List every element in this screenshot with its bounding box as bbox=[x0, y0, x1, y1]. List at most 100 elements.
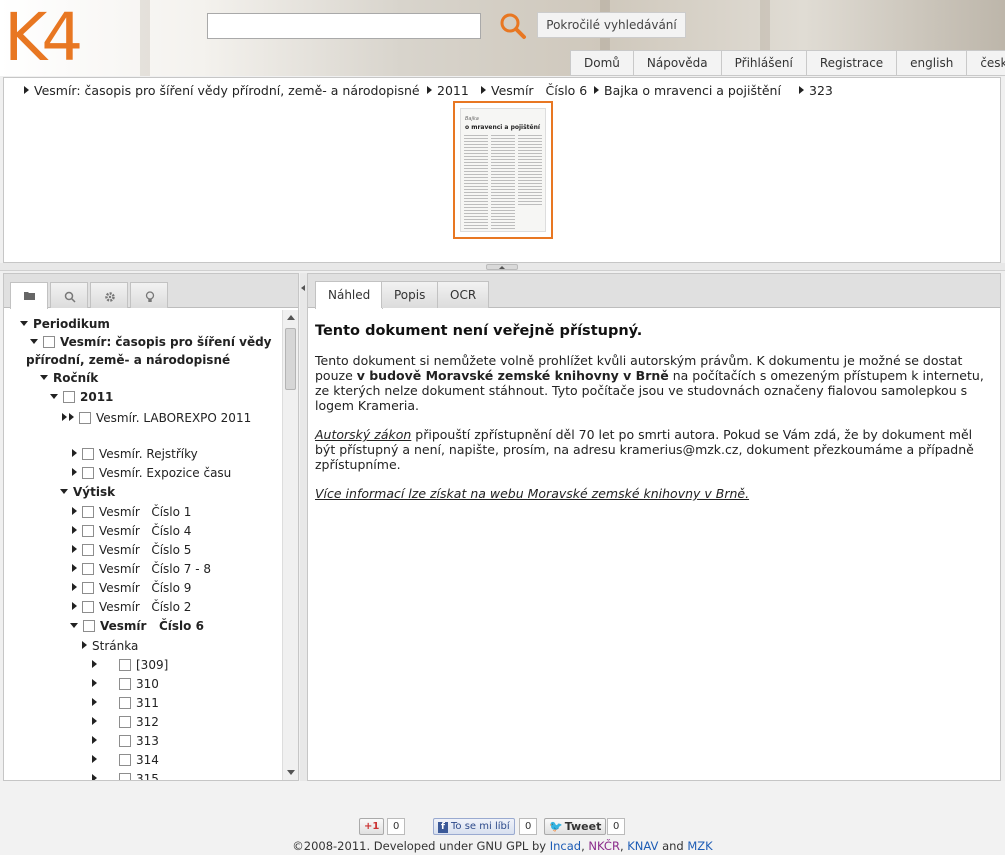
tree-checkbox[interactable] bbox=[119, 678, 131, 690]
notice-paragraph: Více informací lze získat na webu Moravs… bbox=[315, 486, 987, 501]
arrow-right-icon bbox=[427, 86, 432, 94]
tree-node[interactable]: 313 bbox=[92, 732, 159, 750]
tree-node[interactable]: [309] bbox=[92, 656, 168, 674]
tree-checkbox[interactable] bbox=[82, 544, 94, 556]
tab-info[interactable] bbox=[130, 282, 168, 308]
tree-checkbox[interactable] bbox=[82, 582, 94, 594]
tree-node[interactable]: Periodikum bbox=[20, 315, 110, 333]
knav-link[interactable]: KNAV bbox=[627, 839, 658, 853]
more-info-link[interactable]: Více informací lze získat na webu Moravs… bbox=[315, 486, 749, 501]
twitter-icon: 🐦 bbox=[549, 820, 563, 833]
tree-node[interactable]: Vesmír. Rejstříky bbox=[72, 445, 198, 463]
tree-label: 313 bbox=[136, 734, 159, 748]
tree-node[interactable]: 2011 bbox=[50, 388, 113, 406]
arrow-right-icon bbox=[62, 413, 67, 421]
tab-ocr[interactable]: OCR bbox=[437, 281, 490, 308]
tree-label: 2011 bbox=[80, 390, 114, 404]
arrow-right-icon bbox=[69, 413, 74, 421]
scroll-up-icon[interactable] bbox=[287, 315, 295, 320]
nav-english[interactable]: english bbox=[896, 50, 967, 76]
tree-node[interactable]: Vesmír Číslo 7 - 8 bbox=[72, 560, 211, 578]
tree-node[interactable]: Ročník bbox=[40, 369, 98, 387]
nav-register[interactable]: Registrace bbox=[805, 50, 897, 76]
tree-label-continued: přírodní, země- a národopisné bbox=[26, 353, 231, 367]
search-icon[interactable] bbox=[498, 11, 528, 41]
thumbnail-text-column bbox=[464, 135, 488, 231]
advanced-search-button[interactable]: Pokročilé vyhledávání bbox=[537, 12, 686, 38]
tab-preview[interactable]: Náhled bbox=[315, 281, 384, 309]
tab-description[interactable]: Popis bbox=[381, 281, 439, 308]
gplus-button[interactable]: +1 bbox=[359, 818, 384, 835]
nav-czech[interactable]: česky bbox=[966, 50, 1005, 76]
tree-checkbox[interactable] bbox=[43, 336, 55, 348]
tree-node[interactable]: Vesmír. LABOREXPO 2011 bbox=[62, 409, 251, 427]
vertical-splitter[interactable] bbox=[300, 273, 307, 781]
breadcrumb-item[interactable]: Vesmír: časopis pro šíření vědy přírodní… bbox=[24, 83, 420, 98]
tree-node[interactable]: 312 bbox=[92, 713, 159, 731]
nav-login[interactable]: Přihlášení bbox=[720, 50, 806, 76]
horizontal-splitter[interactable] bbox=[0, 263, 1005, 271]
arrow-right-icon bbox=[92, 698, 97, 706]
tree-node[interactable]: 314 bbox=[92, 751, 159, 769]
tweet-button[interactable]: 🐦 Tweet bbox=[544, 818, 607, 835]
page-thumbnail[interactable]: Bajka o mravenci a pojištění bbox=[453, 101, 553, 239]
scrollbar-thumb[interactable] bbox=[285, 328, 296, 390]
tree-node[interactable]: 315 bbox=[92, 770, 159, 780]
tree-checkbox[interactable] bbox=[83, 620, 95, 632]
tree-node[interactable]: Výtisk bbox=[60, 483, 115, 501]
tree-scrollbar[interactable] bbox=[282, 310, 298, 780]
facebook-count: 0 bbox=[519, 818, 538, 835]
nav-help[interactable]: Nápověda bbox=[632, 50, 721, 76]
tab-settings[interactable] bbox=[90, 282, 128, 308]
tree-node-selected[interactable]: Vesmír Číslo 6 bbox=[70, 617, 204, 635]
tree-node[interactable]: Vesmír. Expozice času bbox=[72, 464, 231, 482]
tree-node[interactable]: 310 bbox=[92, 675, 159, 693]
tree-checkbox[interactable] bbox=[82, 467, 94, 479]
tree-checkbox[interactable] bbox=[119, 754, 131, 766]
arrow-right-icon bbox=[92, 736, 97, 744]
arrow-right-icon bbox=[72, 545, 77, 553]
breadcrumb-item[interactable]: 323 bbox=[799, 83, 833, 98]
tab-structure[interactable] bbox=[10, 282, 48, 309]
tree-label: Vesmír Číslo 1 bbox=[99, 505, 192, 519]
arrow-left-icon[interactable] bbox=[301, 285, 305, 291]
tree-label: Vesmír Číslo 6 bbox=[100, 619, 204, 633]
tree-checkbox[interactable] bbox=[63, 391, 75, 403]
tree-node[interactable]: Vesmír Číslo 5 bbox=[72, 541, 191, 559]
tree-node[interactable]: Vesmír Číslo 4 bbox=[72, 522, 191, 540]
arrow-right-icon bbox=[72, 526, 77, 534]
tree-checkbox[interactable] bbox=[119, 697, 131, 709]
tree-checkbox[interactable] bbox=[82, 563, 94, 575]
tree-node[interactable]: Vesmír Číslo 2 bbox=[72, 598, 191, 616]
tree-checkbox[interactable] bbox=[79, 412, 91, 424]
facebook-like-button[interactable]: f To se mi líbí bbox=[433, 818, 515, 835]
tab-search[interactable] bbox=[50, 282, 88, 308]
mzk-link[interactable]: MZK bbox=[687, 839, 712, 853]
scroll-down-icon[interactable] bbox=[287, 770, 295, 775]
arrow-right-icon bbox=[72, 583, 77, 591]
search-input[interactable] bbox=[207, 13, 481, 39]
tree-checkbox[interactable] bbox=[119, 716, 131, 728]
tree-checkbox[interactable] bbox=[119, 773, 131, 780]
tree-checkbox[interactable] bbox=[119, 659, 131, 671]
collapse-handle[interactable] bbox=[486, 264, 518, 270]
nkcr-link[interactable]: NKČR bbox=[588, 839, 620, 853]
breadcrumb-item[interactable]: Vesmír Číslo 6 bbox=[481, 83, 587, 98]
logo[interactable]: K4 bbox=[4, 2, 83, 74]
tree-node[interactable]: Stránka bbox=[82, 637, 138, 655]
incad-link[interactable]: Incad bbox=[550, 839, 581, 853]
tree-node[interactable]: 311 bbox=[92, 694, 159, 712]
tree-node[interactable]: Vesmír Číslo 1 bbox=[72, 503, 191, 521]
tree-checkbox[interactable] bbox=[82, 525, 94, 537]
folder-icon bbox=[24, 292, 35, 300]
tree-checkbox[interactable] bbox=[82, 448, 94, 460]
tree-node[interactable]: Vesmír Číslo 9 bbox=[72, 579, 191, 597]
nav-home[interactable]: Domů bbox=[570, 50, 633, 76]
breadcrumb-item[interactable]: Bajka o mravenci a pojištění bbox=[594, 83, 781, 98]
tree-checkbox[interactable] bbox=[119, 735, 131, 747]
tree-checkbox[interactable] bbox=[82, 506, 94, 518]
tree-node[interactable]: Vesmír: časopis pro šíření vědy bbox=[30, 333, 272, 351]
copyright-law-link[interactable]: Autorský zákon bbox=[315, 427, 411, 442]
breadcrumb-item[interactable]: 2011 bbox=[427, 83, 469, 98]
tree-checkbox[interactable] bbox=[82, 601, 94, 613]
